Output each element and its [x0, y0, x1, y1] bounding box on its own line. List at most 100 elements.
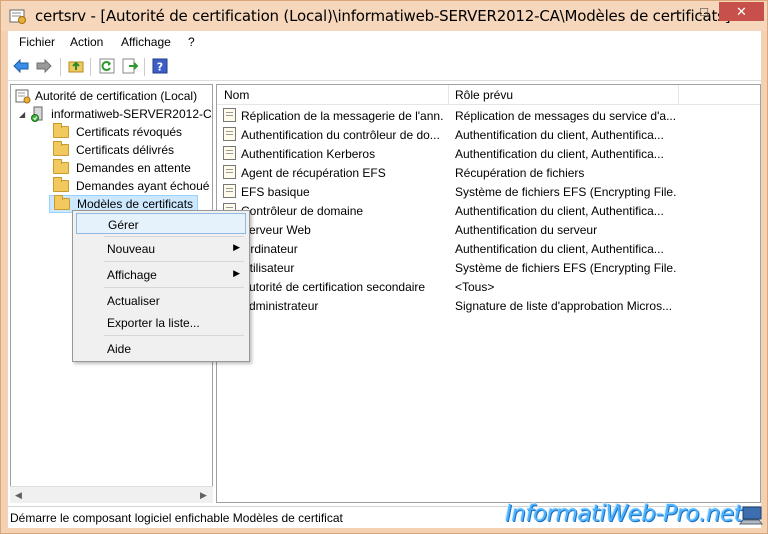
certificate-template-icon [223, 146, 236, 160]
menu-separator [104, 335, 244, 336]
template-name: Agent de récupération EFS [241, 166, 386, 180]
refresh-icon [99, 58, 115, 74]
menu-item-label: Aide [107, 342, 132, 356]
tree-ca-node[interactable]: ◢ informatiweb-SERVER2012-CA [19, 105, 213, 123]
result-list[interactable]: Nom Rôle prévu Réplication de la message… [216, 84, 761, 503]
menu-item-label: Exporter la liste... [107, 316, 200, 330]
context-menu: Gérer Nouveau ▶ Affichage ▶ Actualiser E… [72, 210, 250, 362]
menu-item-label: Gérer [108, 218, 139, 232]
menu-item-affichage[interactable]: Affichage ▶ [76, 264, 246, 285]
tree-root[interactable]: Autorité de certification (Local) [15, 87, 197, 105]
server-ca-icon [31, 106, 43, 122]
up-folder-button[interactable] [67, 57, 85, 75]
minimize-icon: – [674, 4, 682, 19]
close-button[interactable]: ✕ [719, 2, 764, 21]
template-role: Réplication de messages du service d'a..… [455, 109, 677, 123]
template-role: Récupération de fichiers [455, 166, 585, 180]
column-divider[interactable] [678, 85, 679, 105]
toolbar-separator [60, 58, 61, 76]
menu-item-label: Nouveau [107, 242, 156, 256]
menu-item-aide[interactable]: Aide [76, 338, 246, 359]
forward-button[interactable] [35, 57, 53, 75]
toolbar-separator [90, 58, 91, 76]
certification-authority-icon [15, 89, 31, 104]
tree-folder-issued[interactable]: Certificats délivrés [53, 141, 174, 159]
tree-folder-failed[interactable]: Demandes ayant échoué [53, 177, 209, 195]
table-row[interactable]: Administrateur Signature de liste d'appro… [217, 296, 760, 315]
certsrv-app-icon [9, 9, 26, 24]
status-text: Démarre le composant logiciel enfichable… [10, 511, 343, 525]
template-name: Administrateur [241, 299, 319, 313]
template-name: Ordinateur [241, 242, 298, 256]
certificate-template-icon [223, 127, 236, 141]
submenu-arrow-icon: ▶ [233, 242, 240, 252]
certificate-template-icon [223, 184, 236, 198]
table-row[interactable]: Utilisateur Système de fichiers EFS (Encr… [217, 258, 760, 277]
submenu-arrow-icon: ▶ [233, 268, 240, 278]
template-role: Authentification du serveur [455, 223, 598, 237]
tree-root-label: Autorité de certification (Local) [35, 89, 198, 103]
menu-action[interactable]: Action [70, 35, 103, 49]
scroll-right-icon[interactable]: ▶ [197, 489, 210, 502]
menu-bar: Fichier Action Affichage ? [8, 31, 761, 53]
table-row[interactable]: Autorité de certification secondaire <Tou… [217, 277, 760, 296]
menu-item-gerer[interactable]: Gérer [76, 213, 246, 234]
menu-separator [104, 287, 244, 288]
template-name: Serveur Web [241, 223, 311, 237]
column-header-role[interactable]: Rôle prévu [455, 88, 513, 102]
menu-item-actualiser[interactable]: Actualiser [76, 290, 246, 311]
tree-folder-label: Modèles de certificats [77, 197, 194, 211]
menu-item-exporter[interactable]: Exporter la liste... [76, 312, 246, 333]
laptop-logo-icon [739, 506, 763, 525]
menu-item-label: Actualiser [107, 294, 160, 308]
template-role: Système de fichiers EFS (Encrypting File… [455, 185, 677, 199]
back-icon [13, 59, 29, 73]
tree-ca-label: informatiweb-SERVER2012-CA [51, 107, 213, 121]
folder-icon [53, 141, 69, 156]
title-bar[interactable]: certsrv - [Autorité de certification (Lo… [1, 1, 767, 31]
template-name: Contrôleur de domaine [241, 204, 364, 218]
tree-folder-label: Certificats révoqués [76, 125, 183, 139]
table-row[interactable]: Authentification du contrôleur de do... A… [217, 125, 760, 144]
template-role: <Tous> [455, 280, 495, 294]
column-divider[interactable] [448, 85, 449, 105]
template-name: Réplication de la messagerie de l'ann... [241, 109, 444, 123]
scroll-left-icon[interactable]: ◀ [12, 489, 25, 502]
tree-horizontal-scrollbar[interactable]: ◀ ▶ [10, 486, 213, 503]
template-role: Authentification du client, Authentifica… [455, 128, 664, 142]
table-row[interactable]: Serveur Web Authentification du serveur [217, 220, 760, 239]
template-name: Utilisateur [241, 261, 295, 275]
export-button[interactable] [121, 57, 139, 75]
refresh-button[interactable] [98, 57, 116, 75]
table-row[interactable]: EFS basique Système de fichiers EFS (Encr… [217, 182, 760, 201]
menu-help[interactable]: ? [188, 35, 195, 49]
tree-folder-pending[interactable]: Demandes en attente [53, 159, 191, 177]
tree-folder-revoked[interactable]: Certificats révoqués [53, 123, 182, 141]
minimize-button[interactable]: – [665, 2, 691, 21]
help-icon: ? [152, 58, 168, 74]
certificate-template-icon [223, 165, 236, 179]
table-row[interactable]: Ordinateur Authentification du client, Au… [217, 239, 760, 258]
column-header-name[interactable]: Nom [224, 88, 249, 102]
toolbar: ? [8, 53, 761, 81]
table-row[interactable]: Contrôleur de domaine Authentification du… [217, 201, 760, 220]
menu-fichier[interactable]: Fichier [19, 35, 55, 49]
template-name: Authentification Kerberos [241, 147, 376, 161]
maximize-button[interactable]: □ [691, 2, 717, 21]
table-row[interactable]: Authentification Kerberos Authentificatio… [217, 144, 760, 163]
help-button[interactable]: ? [151, 57, 169, 75]
menu-affichage[interactable]: Affichage [121, 35, 171, 49]
template-name: Authentification du contrôleur de do... [241, 128, 440, 142]
back-button[interactable] [12, 57, 30, 75]
expanded-chevron-icon: ◢ [19, 109, 26, 119]
maximize-icon: □ [700, 4, 708, 19]
certificate-template-icon [223, 108, 236, 122]
template-role: Authentification du client, Authentifica… [455, 204, 664, 218]
table-row[interactable]: Agent de récupération EFS Récupération de… [217, 163, 760, 182]
template-role: Système de fichiers EFS (Encrypting File… [455, 261, 677, 275]
menu-item-nouveau[interactable]: Nouveau ▶ [76, 238, 246, 259]
folder-icon [53, 177, 69, 192]
table-row[interactable]: Réplication de la messagerie de l'ann...… [217, 106, 760, 125]
toolbar-separator [144, 58, 145, 76]
template-name: EFS basique [241, 185, 310, 199]
